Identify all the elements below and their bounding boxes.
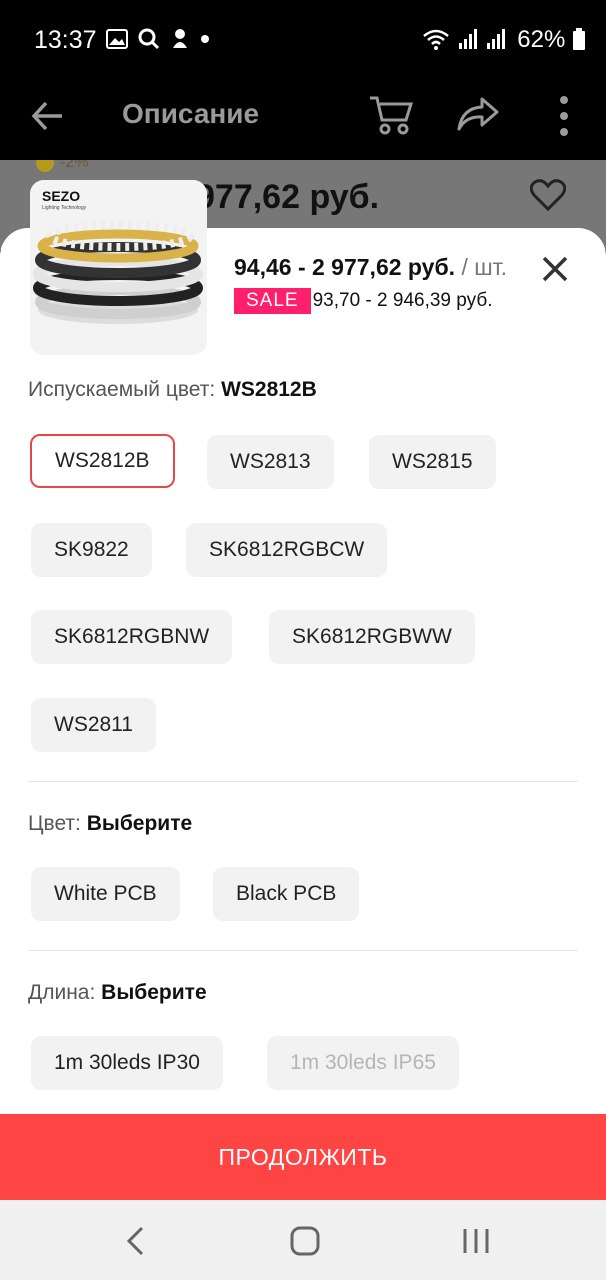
option-sk6812rgbnw[interactable]: SK6812RGBNW [31,610,233,664]
option-sk9822[interactable]: SK9822 [31,523,152,577]
back-arrow-icon[interactable] [30,98,66,134]
option-black-pcb[interactable]: Black PCB [213,867,360,921]
cart-icon[interactable] [368,94,414,136]
sale-row: SALE 93,70 - 2 946,39 руб. [234,288,493,314]
option-sk6812rgbww[interactable]: SK6812RGBWW [269,610,475,664]
app-bar: Описание [0,80,606,160]
continue-button[interactable]: ПРОДОЛЖИТЬ [0,1114,606,1200]
close-icon[interactable] [540,254,570,284]
share-icon[interactable] [456,96,500,132]
nav-home-icon[interactable] [290,1226,320,1256]
option-sk6812rgbcw[interactable]: SK6812RGBCW [186,523,388,577]
notification-icon [173,29,187,48]
signal-icon [459,29,477,49]
battery-icon [573,28,585,50]
status-time: 13:37 [34,26,97,54]
dot-icon [201,35,209,43]
option-1m-30leds-ip30[interactable]: 1m 30leds IP30 [31,1036,223,1090]
divider [28,950,578,951]
option-ws2815[interactable]: WS2815 [369,435,496,489]
status-bar: 13:37 62% [0,0,606,80]
brand-tagline: Lighting Technology [42,205,87,211]
sale-price-range: 93,70 - 2 946,39 руб. [312,290,493,311]
page-title: Описание [122,98,260,129]
discount-badge: -2% [36,160,88,172]
length-label: Длина: Выберите [28,981,207,1004]
search-icon [138,28,160,50]
color-label: Цвет: Выберите [28,812,193,835]
heart-icon [530,179,566,212]
nav-back-icon[interactable] [124,1226,146,1256]
battery-percent: 62% [517,26,566,53]
gallery-icon [106,29,128,49]
signal-icon [487,29,505,49]
option-1m-30leds-ip65: 1m 30leds IP65 [267,1036,459,1090]
price-range: 94,46 - 2 977,62 руб. / шт. [234,254,508,280]
brand-logo: SEZO [42,188,81,204]
more-vert-icon[interactable] [554,94,574,138]
system-nav-bar [0,1200,606,1280]
emitted-color-label: Испускаемый цвет: WS2812B [28,378,317,401]
sale-badge: SALE [234,288,311,314]
product-thumbnail: SEZO Lighting Technology [30,180,207,355]
nav-recent-apps-icon[interactable] [462,1228,490,1254]
wifi-icon [423,29,449,50]
sku-selector-sheet: 94,46 - 2 977,62 руб. / шт. SALE 93,70 -… [0,228,606,1114]
option-ws2812b[interactable]: WS2812B [30,434,175,488]
option-white-pcb[interactable]: White PCB [31,867,180,921]
background-price: 977,62 руб. [196,178,380,216]
option-ws2811[interactable]: WS2811 [31,698,156,752]
option-ws2813[interactable]: WS2813 [207,435,334,489]
divider [28,781,578,782]
